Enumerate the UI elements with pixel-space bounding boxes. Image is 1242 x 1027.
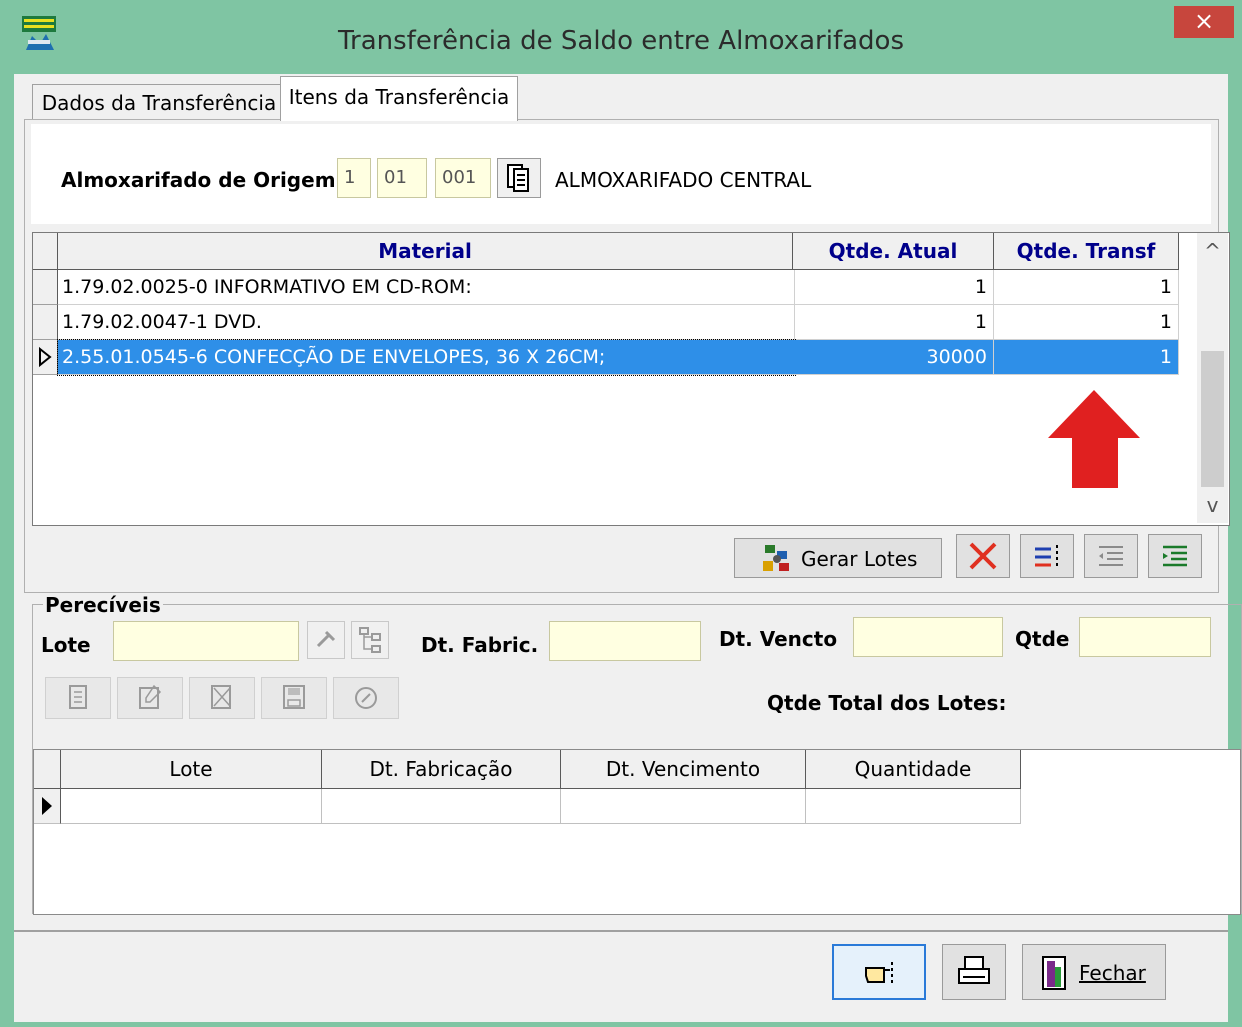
close-icon: × xyxy=(1193,7,1215,35)
fechar-button[interactable]: Fechar xyxy=(1022,944,1166,1000)
dt-fabric-label: Dt. Fabric. xyxy=(421,633,539,657)
lotes-grid[interactable]: Lote Dt. Fabricação Dt. Vencimento Quant… xyxy=(33,749,1241,915)
lote-label: Lote xyxy=(41,633,91,657)
col-material-header[interactable]: Material xyxy=(58,233,793,270)
lote-delete-button[interactable] xyxy=(189,677,255,719)
current-row-icon xyxy=(42,797,52,815)
scroll-thumb[interactable] xyxy=(1201,351,1224,487)
lookup-icon xyxy=(507,164,529,192)
qtde-total-label: Qtde Total dos Lotes: xyxy=(767,691,1007,715)
lote-input[interactable] xyxy=(113,621,299,661)
scroll-down-icon[interactable]: v xyxy=(1197,487,1228,523)
lote-edit-button[interactable] xyxy=(117,677,183,719)
cell-lote[interactable] xyxy=(61,789,322,824)
indent-button[interactable] xyxy=(1148,534,1202,578)
pin-icon xyxy=(316,630,336,648)
row-selector[interactable] xyxy=(33,340,58,375)
tab-dados-transferencia[interactable]: Dados da Transferência xyxy=(32,84,286,121)
lote-new-button[interactable] xyxy=(45,677,111,719)
delete-button[interactable] xyxy=(956,534,1010,578)
cell-qtde-atual[interactable]: 30000 xyxy=(793,340,994,375)
cell-quantidade[interactable] xyxy=(806,789,1021,824)
origem-label: Almoxarifado de Origem xyxy=(61,168,336,192)
tree-icon xyxy=(359,627,381,653)
print-button[interactable] xyxy=(942,944,1006,1000)
cell-material[interactable]: 2.55.01.0545-6 CONFECÇÃO DE ENVELOPES, 3… xyxy=(57,339,796,376)
row-selector[interactable] xyxy=(33,270,58,305)
origem-panel: Almoxarifado de Origem 1 01 001 ALMOXARI… xyxy=(31,124,1211,224)
scroll-up-icon[interactable]: ^ xyxy=(1197,233,1228,269)
origem-code1-field[interactable]: 1 xyxy=(337,158,371,198)
lote-search-button[interactable] xyxy=(307,621,345,659)
origem-name: ALMOXARIFADO CENTRAL xyxy=(555,168,812,192)
fechar-label: Fechar xyxy=(1079,961,1146,985)
col-dt-vencimento-header[interactable]: Dt. Vencimento xyxy=(561,750,806,789)
col-qtde-transf-header[interactable]: Qtde. Transf xyxy=(994,233,1179,270)
grid-corner xyxy=(33,233,58,270)
app-window: Transferência de Saldo entre Almoxarifad… xyxy=(0,0,1242,1027)
qtde-label: Qtde xyxy=(1015,627,1070,651)
cell-material[interactable]: 1.79.02.0025-0 INFORMATIVO EM CD-ROM: xyxy=(58,270,795,305)
title-bar[interactable]: Transferência de Saldo entre Almoxarifad… xyxy=(0,0,1242,74)
cell-dt-vencimento[interactable] xyxy=(561,789,806,824)
footer-bar: Fechar xyxy=(14,930,1228,1022)
gerar-lotes-label: Gerar Lotes xyxy=(801,547,918,571)
col-qtde-atual-header[interactable]: Qtde. Atual xyxy=(793,233,994,270)
outdent-icon xyxy=(1099,546,1123,566)
qtde-input[interactable] xyxy=(1079,617,1211,657)
origem-code3-field[interactable]: 001 xyxy=(435,158,491,198)
client-area: Dados da Transferência Itens da Transfer… xyxy=(14,74,1242,1022)
edit-doc-icon xyxy=(139,684,162,709)
pereciveis-group: Perecíveis Lote Dt. Fabric. Dt. Vencto Q… xyxy=(32,593,1242,915)
gerar-lotes-button[interactable]: Gerar Lotes xyxy=(734,538,942,578)
items-grid[interactable]: Material Qtde. Atual Qtde. Transf 1.79.0… xyxy=(32,232,1230,526)
pointing-hand-icon xyxy=(865,962,893,984)
lote-cancel-button[interactable] xyxy=(333,677,399,719)
printer-icon xyxy=(958,956,990,984)
indent-icon xyxy=(1163,545,1187,567)
col-dt-fabricacao-header[interactable]: Dt. Fabricação xyxy=(322,750,561,789)
lote-save-button[interactable] xyxy=(261,677,327,719)
move-up-button[interactable] xyxy=(1020,534,1074,578)
origem-lookup-button[interactable] xyxy=(497,158,541,198)
confirm-button[interactable] xyxy=(832,944,926,1000)
cell-dt-fabricacao[interactable] xyxy=(322,789,561,824)
exit-door-icon xyxy=(1042,956,1066,990)
lotes-grid-corner xyxy=(34,750,61,789)
current-row-icon xyxy=(39,346,52,368)
cell-qtde-transf[interactable]: 1 xyxy=(994,340,1179,375)
col-quantidade-header[interactable]: Quantidade xyxy=(806,750,1021,789)
tab-itens-transferencia[interactable]: Itens da Transferência xyxy=(280,76,518,121)
col-lote-header[interactable]: Lote xyxy=(61,750,322,789)
gerar-lotes-icon xyxy=(763,545,789,571)
tab-label: Dados da Transferência xyxy=(41,91,277,115)
close-button[interactable]: × xyxy=(1174,6,1234,38)
dt-fabric-input[interactable] xyxy=(549,621,701,661)
tab-label: Itens da Transferência xyxy=(288,85,510,109)
cell-qtde-transf[interactable]: 1 xyxy=(994,305,1179,340)
window-title: Transferência de Saldo entre Almoxarifad… xyxy=(337,26,905,56)
delete-doc-icon xyxy=(211,685,231,709)
cell-qtde-atual[interactable]: 1 xyxy=(793,305,994,340)
lote-tree-button[interactable] xyxy=(351,621,389,659)
dt-vencto-input[interactable] xyxy=(853,617,1003,657)
row-selector[interactable] xyxy=(34,789,61,824)
items-scrollbar[interactable]: ^ v xyxy=(1197,233,1228,523)
row-selector[interactable] xyxy=(33,305,58,340)
outdent-button[interactable] xyxy=(1084,534,1138,578)
new-doc-icon xyxy=(69,685,87,709)
dt-vencto-label: Dt. Vencto xyxy=(719,627,838,651)
cell-qtde-transf[interactable]: 1 xyxy=(994,270,1179,305)
cancel-circle-icon xyxy=(355,687,377,709)
swap-lines-icon xyxy=(1035,545,1058,569)
cell-material[interactable]: 1.79.02.0047-1 DVD. xyxy=(58,305,795,340)
origem-code2-field[interactable]: 01 xyxy=(377,158,427,198)
save-doc-icon xyxy=(283,685,305,709)
delete-x-icon xyxy=(969,542,997,570)
pereciveis-title: Perecíveis xyxy=(43,593,163,617)
cell-qtde-atual[interactable]: 1 xyxy=(793,270,994,305)
